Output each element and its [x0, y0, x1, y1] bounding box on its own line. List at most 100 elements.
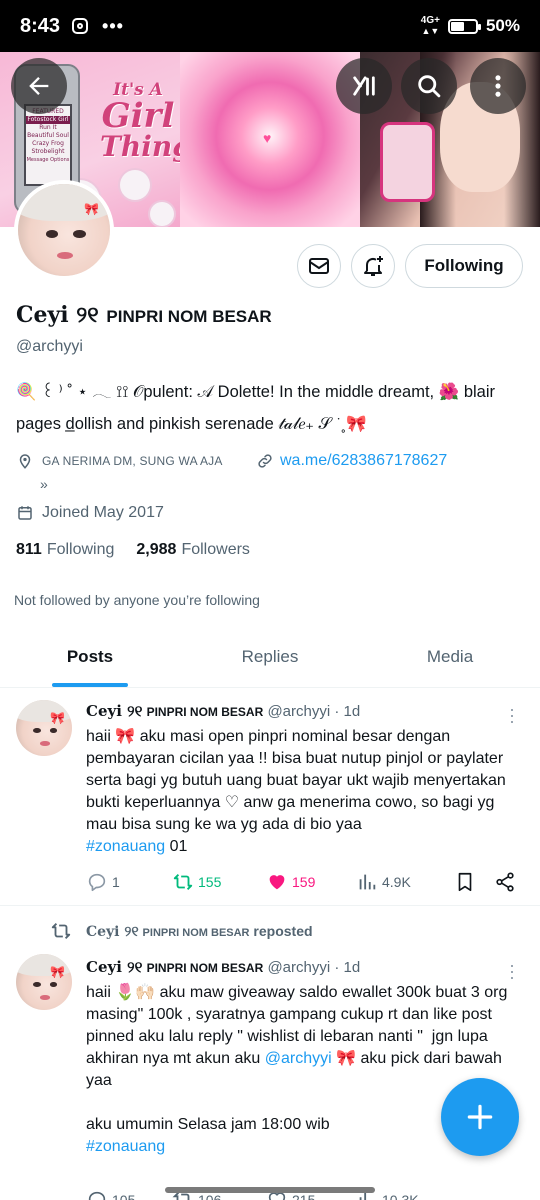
- banner-girl-text: It's A Girl Thing: [100, 82, 192, 163]
- mention-link[interactable]: @archyyi: [265, 1050, 332, 1067]
- phone-menu-item: Crazy Frog: [32, 140, 64, 147]
- status-time: 8:43: [20, 14, 61, 37]
- heart-art: ♥: [263, 130, 272, 146]
- following-button[interactable]: Following: [405, 244, 523, 288]
- following-count-link[interactable]: 811 Following: [16, 541, 114, 559]
- views-button[interactable]: 4.9K: [356, 871, 454, 893]
- compose-post-button[interactable]: [441, 1078, 519, 1156]
- more-vertical-icon: [495, 75, 501, 97]
- post-avatar[interactable]: 🎀: [16, 700, 72, 756]
- post-text-content: haii 🎀 aku masi open pinpri nominal besa…: [86, 728, 511, 833]
- notifications-button[interactable]: [351, 244, 395, 288]
- network-label: 4G+: [420, 15, 440, 26]
- back-arrow-icon: [29, 77, 49, 95]
- phone-menu-item: Strobelight: [31, 148, 65, 155]
- heart-icon: [269, 875, 285, 890]
- repost-icon: [173, 874, 193, 890]
- view-count: 10.3K: [382, 1192, 419, 1200]
- post-author-tag: PINPRI NOM BESAR: [146, 705, 264, 719]
- reply-icon: [88, 1191, 106, 1200]
- profile-avatar[interactable]: 🎀: [14, 180, 114, 280]
- phone-menu-item: Run It: [39, 124, 57, 131]
- reply-count: 1: [112, 874, 120, 890]
- display-name-tag: PINPRI NOM BESAR: [106, 307, 272, 326]
- network-icon: 4G+ ▲▼: [420, 15, 440, 37]
- bookmark-button[interactable]: [454, 871, 494, 893]
- share-icon: [496, 872, 514, 892]
- profile-website[interactable]: wa.me/6283867178627: [256, 452, 447, 470]
- not-followed-note: Not followed by anyone you’re following: [14, 592, 260, 608]
- banner-middle-panel: ♥: [180, 52, 360, 227]
- search-icon: [418, 75, 441, 98]
- location-more: »: [40, 476, 48, 492]
- reply-count: 105: [112, 1192, 136, 1200]
- post-more-icon[interactable]: · · ·: [502, 956, 522, 986]
- plus-icon: [467, 1104, 493, 1130]
- following-count: 811: [16, 541, 42, 558]
- hashtag-link[interactable]: #zonauang: [86, 1138, 165, 1155]
- battery-percent: 50%: [485, 16, 520, 35]
- bell-plus-icon: [364, 256, 383, 276]
- post-avatar[interactable]: 🎀: [16, 954, 72, 1010]
- banner-text-line: Girl: [101, 96, 175, 136]
- reply-icon: [88, 873, 106, 892]
- home-indicator[interactable]: [165, 1187, 375, 1193]
- post-author-name[interactable]: Ceyi ୨୧: [86, 958, 142, 976]
- display-name: Ceyi ୨୧: [16, 302, 99, 328]
- profile-display-name: Ceyi ୨୧ PINPRI NOM BESAR: [16, 302, 272, 328]
- bio-line: 🍭 ꒰ ⁾ ˚ ⋆ 𓂃 ⟟⟟ 𝒪pulent: 𝒜 Dolette! In th…: [16, 383, 496, 401]
- follow-counts: 811 Following 2,988 Followers: [16, 541, 250, 559]
- like-count: 215: [292, 1192, 316, 1200]
- reply-button[interactable]: 1: [86, 871, 172, 893]
- phone-footer: Message Options: [26, 157, 70, 163]
- like-count: 159: [292, 874, 316, 890]
- post-more-icon[interactable]: · · ·: [502, 700, 522, 730]
- joined-text: Joined May 2017: [42, 504, 164, 521]
- bio-line: pages d̲ollish and pinkish serenade 𝓉𝒶𝓁𝑒…: [16, 415, 367, 433]
- post-meta: @archyyi · 1d: [267, 703, 361, 720]
- back-button[interactable]: [11, 58, 67, 114]
- reply-button[interactable]: 105: [86, 1189, 172, 1200]
- profile-tabs: Posts Replies Media: [0, 626, 540, 688]
- post-header: Ceyi ୨୧ PINPRI NOM BESAR @archyyi · 1d: [86, 702, 360, 720]
- repost-count: 155: [198, 874, 222, 890]
- followers-count: 2,988: [136, 541, 177, 558]
- share-button[interactable]: [494, 871, 516, 893]
- hashtag-link[interactable]: #zonauang: [86, 838, 165, 855]
- grok-icon: [353, 76, 375, 96]
- website-link[interactable]: wa.me/6283867178627: [280, 452, 447, 470]
- grok-button[interactable]: [336, 58, 392, 114]
- mail-icon: [309, 258, 329, 274]
- view-count: 4.9K: [382, 874, 411, 890]
- repost-button[interactable]: 155: [172, 871, 266, 893]
- phone-menu-item: Beautiful Soul: [27, 132, 69, 139]
- post-item[interactable]: 🎀 Ceyi ୨୧ PINPRI NOM BESAR @archyyi · 1d…: [0, 906, 540, 1200]
- phone-menu-item: Fotostock Girl: [26, 116, 70, 124]
- like-button[interactable]: 159: [266, 871, 356, 893]
- link-icon: [258, 454, 272, 468]
- repost-count: 106: [198, 1192, 222, 1200]
- post-text: haii 🎀 aku masi open pinpri nominal besa…: [86, 726, 526, 858]
- profile-bio: 🍭 ꒰ ⁾ ˚ ⋆ 𓂃 ⟟⟟ 𝒪pulent: 𝒜 Dolette! In th…: [16, 376, 526, 440]
- phone-screen: FEATURED Fotostock Girl Run It Beautiful…: [24, 104, 72, 186]
- location-icon: [19, 454, 31, 469]
- profile-location: GA NERIMA DM, SUNG WA AJA: [16, 452, 223, 470]
- banner-text-line: Thing: [100, 130, 192, 163]
- post-author-name[interactable]: Ceyi ୨୧: [86, 702, 142, 720]
- message-button[interactable]: [297, 244, 341, 288]
- post-header: Ceyi ୨୧ PINPRI NOM BESAR @archyyi · 1d: [86, 958, 360, 976]
- tab-media[interactable]: Media: [360, 626, 540, 687]
- post-item[interactable]: 🎀 Ceyi ୨୧ PINPRI NOM BESAR @archyyi · 1d…: [0, 688, 540, 906]
- tab-replies[interactable]: Replies: [180, 626, 360, 687]
- more-options-button[interactable]: [470, 58, 526, 114]
- more-notifications-icon: •••: [102, 15, 124, 36]
- battery-icon: [447, 18, 481, 34]
- following-label: Following: [46, 541, 115, 558]
- post-meta: @archyyi · 1d: [267, 959, 361, 976]
- profile-handle: @archyyi: [16, 338, 83, 355]
- calendar-icon: [18, 506, 32, 520]
- views-icon: [359, 874, 376, 890]
- followers-count-link[interactable]: 2,988 Followers: [136, 541, 250, 559]
- tab-posts[interactable]: Posts: [0, 626, 180, 687]
- search-button[interactable]: [401, 58, 457, 114]
